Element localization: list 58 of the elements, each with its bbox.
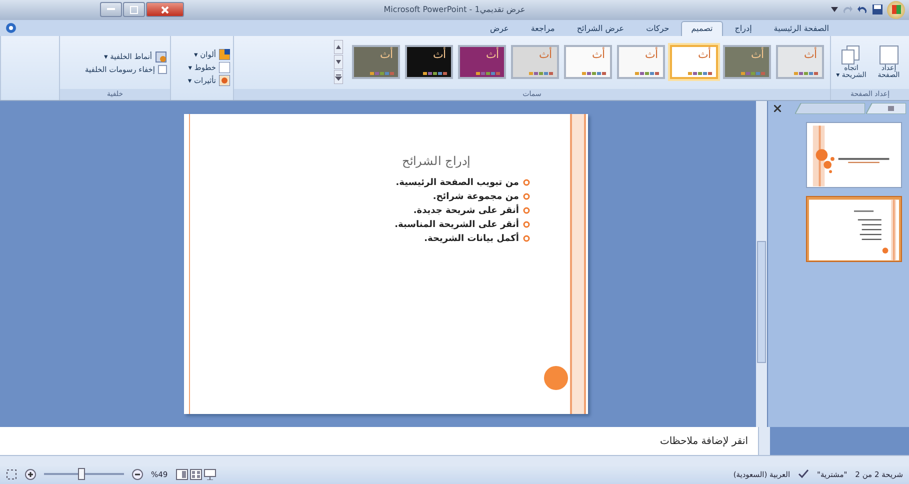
- close-button[interactable]: [146, 2, 184, 18]
- undo-icon[interactable]: [857, 4, 868, 16]
- dropdown-caret-icon[interactable]: [831, 7, 838, 12]
- save-icon[interactable]: [872, 4, 883, 16]
- theme-thumbnail[interactable]: أث: [670, 45, 718, 80]
- ribbon-tab[interactable]: الصفحة الرئيسية: [764, 20, 839, 36]
- close-icon[interactable]: [774, 104, 781, 112]
- bullet-text: من مجموعة شرائح.: [432, 192, 519, 202]
- fit-to-window-icon[interactable]: [6, 468, 17, 480]
- slide-thumbnail[interactable]: [806, 122, 902, 188]
- circle-drawing: [544, 366, 568, 390]
- ribbon-tab[interactable]: تصميم: [681, 20, 723, 36]
- color-palette-icon: [219, 49, 230, 60]
- vertical-scrollbar[interactable]: [756, 100, 767, 428]
- bullet-icon: [523, 221, 530, 228]
- minimize-button[interactable]: [100, 2, 122, 18]
- ribbon-tab[interactable]: حركات: [636, 20, 680, 36]
- more-icon[interactable]: [334, 70, 343, 84]
- theme-thumbnail[interactable]: أث: [458, 45, 506, 80]
- slide-thumbnail[interactable]: [806, 196, 902, 262]
- ribbon-tab[interactable]: عرض الشرائح: [566, 20, 634, 36]
- zoom-in-icon[interactable]: [25, 468, 36, 480]
- bullet-text: أكمل بيانات الشريحة.: [424, 234, 519, 244]
- notes-field[interactable]: انقر لإضافة ملاحظات: [0, 427, 758, 456]
- horizontal-scrollbar[interactable]: [0, 455, 909, 464]
- bullet-icon: [523, 179, 530, 186]
- font-icon: [219, 62, 230, 74]
- zoom-out-icon[interactable]: [132, 468, 143, 480]
- ribbon-tab[interactable]: إدراج: [724, 20, 762, 36]
- notes-scrollbar[interactable]: [758, 427, 770, 456]
- spelling-check-icon[interactable]: [798, 469, 810, 480]
- normal-view-icon[interactable]: [176, 468, 188, 480]
- bullet-text: أنقر على الشريحة المناسبة.: [394, 220, 519, 230]
- slide-sorter-icon[interactable]: [190, 468, 202, 480]
- help-icon[interactable]: [6, 22, 16, 33]
- close-icon: [161, 6, 169, 14]
- scroll-down-icon[interactable]: [334, 55, 343, 70]
- background-styles-icon: [155, 50, 167, 63]
- bullet-icon: [523, 207, 530, 214]
- zoom-slider[interactable]: [44, 468, 124, 480]
- maximize-button[interactable]: [123, 2, 145, 18]
- bullet-icon: [523, 193, 530, 200]
- theme-thumbnail[interactable]: أث: [405, 45, 453, 80]
- slide-title: إدراج الشرائح: [401, 154, 470, 168]
- bullet-icon: [523, 235, 530, 242]
- page-icon: [878, 44, 899, 65]
- effects-icon: [219, 75, 230, 86]
- pages-icon: [841, 44, 862, 65]
- ribbon-tab[interactable]: مراجعة: [520, 20, 565, 36]
- ribbon-tab[interactable]: عرض: [480, 20, 519, 36]
- slideshow-icon[interactable]: [204, 468, 216, 480]
- minimize-icon: [107, 8, 115, 12]
- bullet-text: أنقر على شريحة جديدة.: [413, 206, 519, 216]
- window-title: عرض تقديمي1 - Microsoft PowerPoint: [382, 5, 526, 14]
- outline-tab-icon[interactable]: [866, 102, 906, 114]
- maximize-icon: [130, 6, 138, 14]
- bullet-text: من تبويب الصفحة الرئيسية.: [396, 178, 519, 188]
- scroll-up-icon[interactable]: [334, 40, 343, 54]
